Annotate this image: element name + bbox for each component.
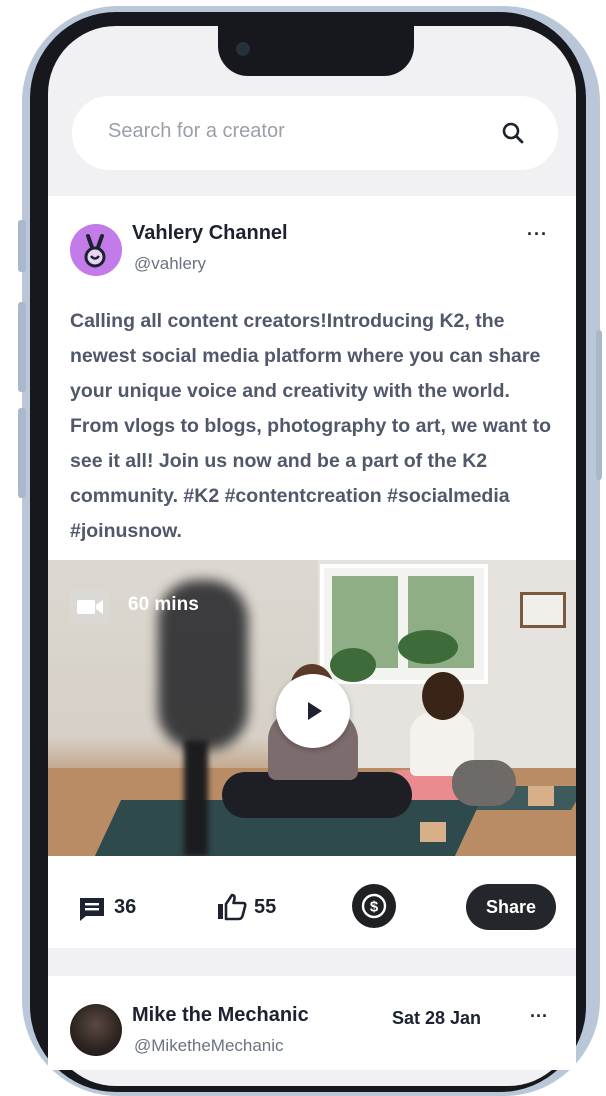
thumbs-up-icon[interactable] xyxy=(216,892,248,922)
phone-volume-down xyxy=(18,408,26,498)
post-date: Sat 28 Jan xyxy=(392,1008,482,1028)
video-scene-block xyxy=(528,786,554,806)
video-scene-dog xyxy=(452,760,516,806)
video-duration: 60 mins xyxy=(128,594,199,615)
phone-volume-up xyxy=(18,302,26,392)
front-camera xyxy=(236,42,250,56)
video-scene-plant xyxy=(398,630,458,664)
comment-count: 36 xyxy=(114,896,137,918)
author-name[interactable]: Vahlery Channel xyxy=(132,222,288,245)
video-scene-person xyxy=(422,672,464,720)
video-player[interactable]: 60 mins xyxy=(48,560,576,856)
avatar[interactable] xyxy=(70,224,122,276)
video-scene-plant xyxy=(330,648,376,682)
avatar[interactable] xyxy=(70,1004,122,1056)
post-text: Calling all content creators!Introducing… xyxy=(70,310,551,542)
post-card: Vahlery Channel @vahlery ··· Calling all… xyxy=(48,196,576,948)
video-scene-tripod xyxy=(184,740,208,856)
phone-mute-switch xyxy=(18,220,26,272)
share-button[interactable]: Share xyxy=(466,884,556,930)
svg-text:$: $ xyxy=(370,899,379,916)
video-scene-picture xyxy=(520,592,566,628)
video-scene-block xyxy=(420,822,446,842)
author-handle[interactable]: @MiketheMechanic xyxy=(134,1036,284,1056)
more-horizontal-icon[interactable]: ··· xyxy=(530,1006,548,1027)
peace-hand-logo-icon xyxy=(84,234,106,268)
author-handle[interactable]: @vahlery xyxy=(134,254,206,274)
post-card: Mike the Mechanic @MiketheMechanic Sat 2… xyxy=(48,976,576,1070)
video-camera-icon xyxy=(70,590,110,624)
more-horizontal-icon[interactable]: ··· xyxy=(527,224,548,245)
search-bar[interactable]: Search for a creator xyxy=(72,96,558,170)
search-input[interactable]: Search for a creator xyxy=(108,120,285,143)
phone-power-button xyxy=(596,330,602,480)
post-actions: 36 55 $ Share xyxy=(48,884,576,936)
comment-icon[interactable] xyxy=(78,896,106,922)
like-count: 55 xyxy=(254,896,277,918)
tip-button[interactable]: $ xyxy=(352,884,396,928)
dollar-coin-icon: $ xyxy=(361,893,387,919)
play-button[interactable] xyxy=(276,674,350,748)
play-icon xyxy=(308,702,322,720)
search-icon[interactable] xyxy=(500,120,526,146)
author-name[interactable]: Mike the Mechanic xyxy=(132,1004,309,1027)
